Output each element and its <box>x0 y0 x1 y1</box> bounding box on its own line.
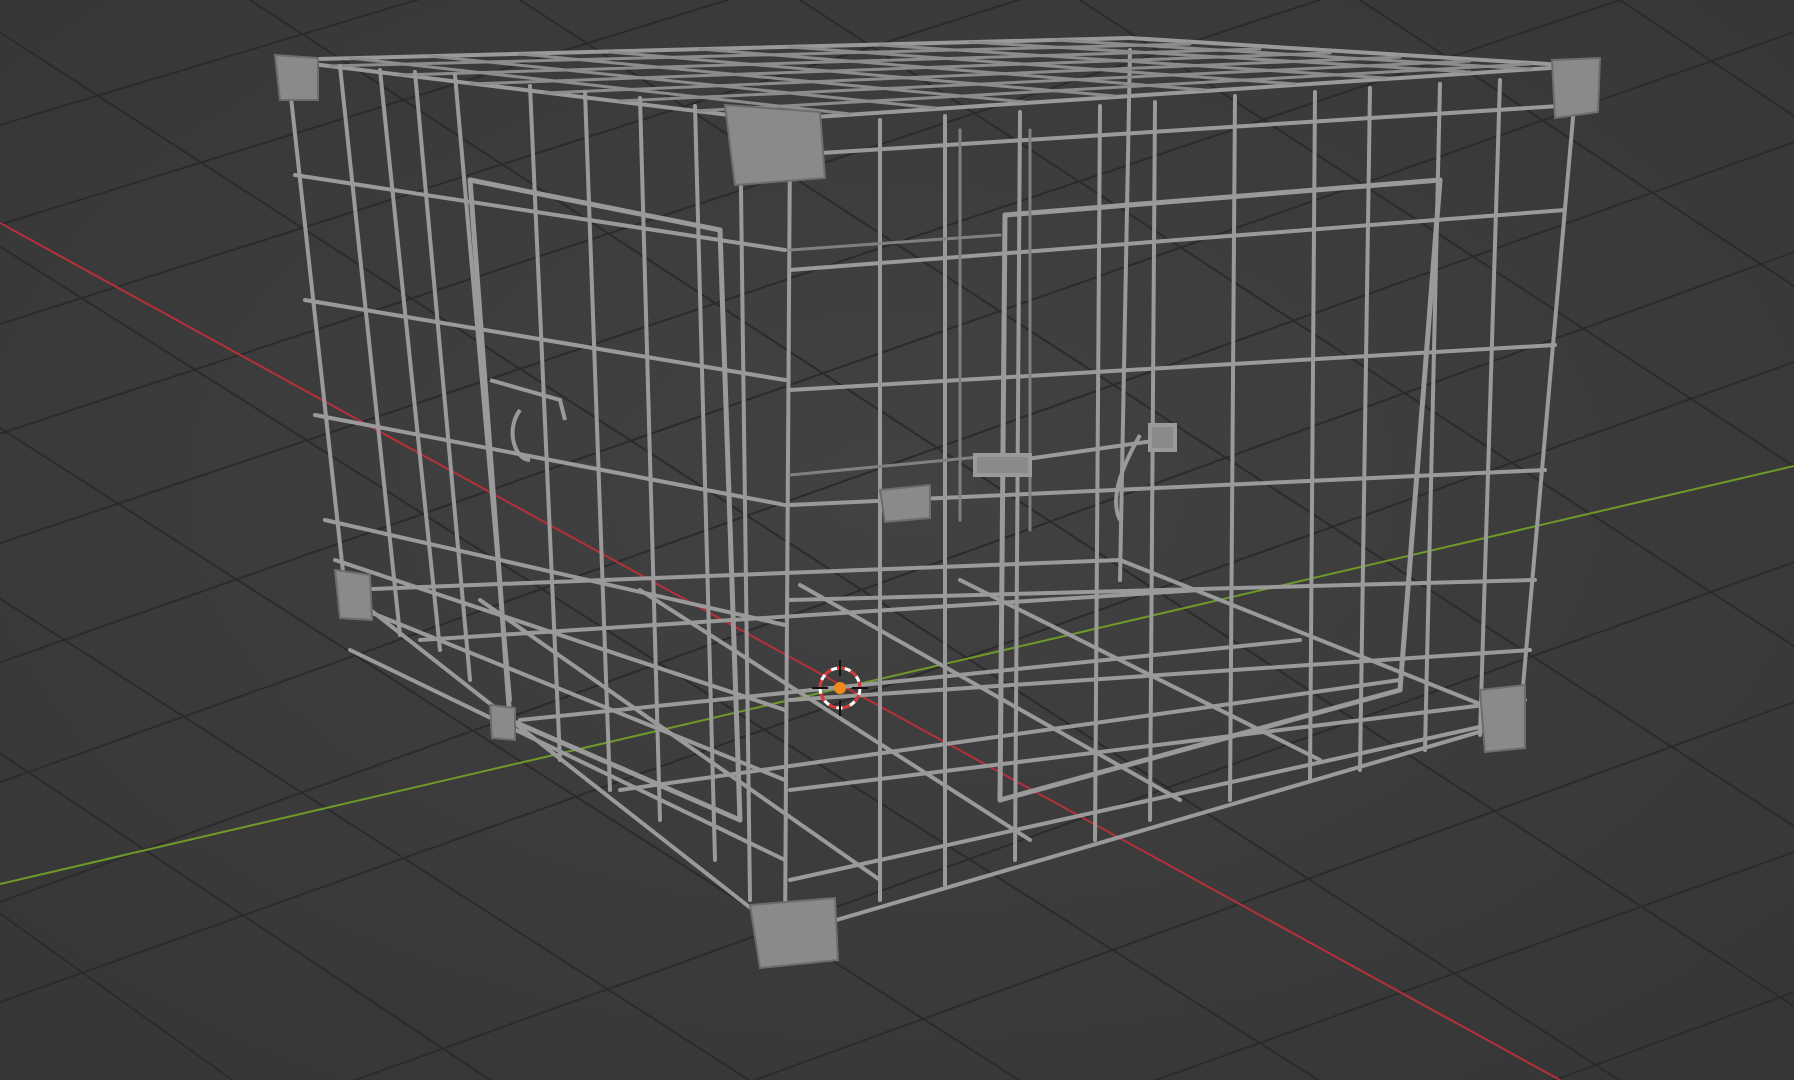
3d-viewport[interactable] <box>0 0 1794 1080</box>
origin-dot-icon <box>834 682 846 694</box>
viewport-canvas[interactable] <box>0 0 1794 1080</box>
viewport-background <box>0 0 1794 1080</box>
